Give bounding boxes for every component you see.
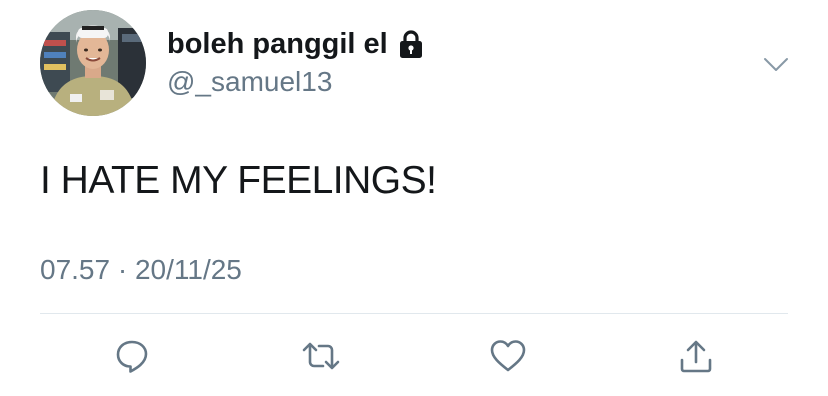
display-name[interactable]: boleh panggil el xyxy=(167,26,424,62)
speech-bubble-icon xyxy=(116,340,148,373)
tweet-text: I HATE MY FEELINGS! xyxy=(40,159,437,202)
heart-icon xyxy=(490,340,526,372)
user-handle[interactable]: @_samuel13 xyxy=(167,64,332,100)
share-icon xyxy=(680,340,712,373)
display-name-text: boleh panggil el xyxy=(167,28,388,60)
share-button[interactable] xyxy=(676,336,716,376)
tweet-timestamp[interactable]: 07.57 · 20/11/25 xyxy=(40,252,242,288)
divider xyxy=(40,313,788,314)
retweet-icon xyxy=(302,342,340,370)
lock-icon xyxy=(398,29,424,59)
retweet-button[interactable] xyxy=(301,336,341,376)
reply-button[interactable] xyxy=(112,336,152,376)
avatar[interactable] xyxy=(40,10,146,116)
like-button[interactable] xyxy=(488,336,528,376)
chevron-down-icon[interactable] xyxy=(762,50,790,78)
